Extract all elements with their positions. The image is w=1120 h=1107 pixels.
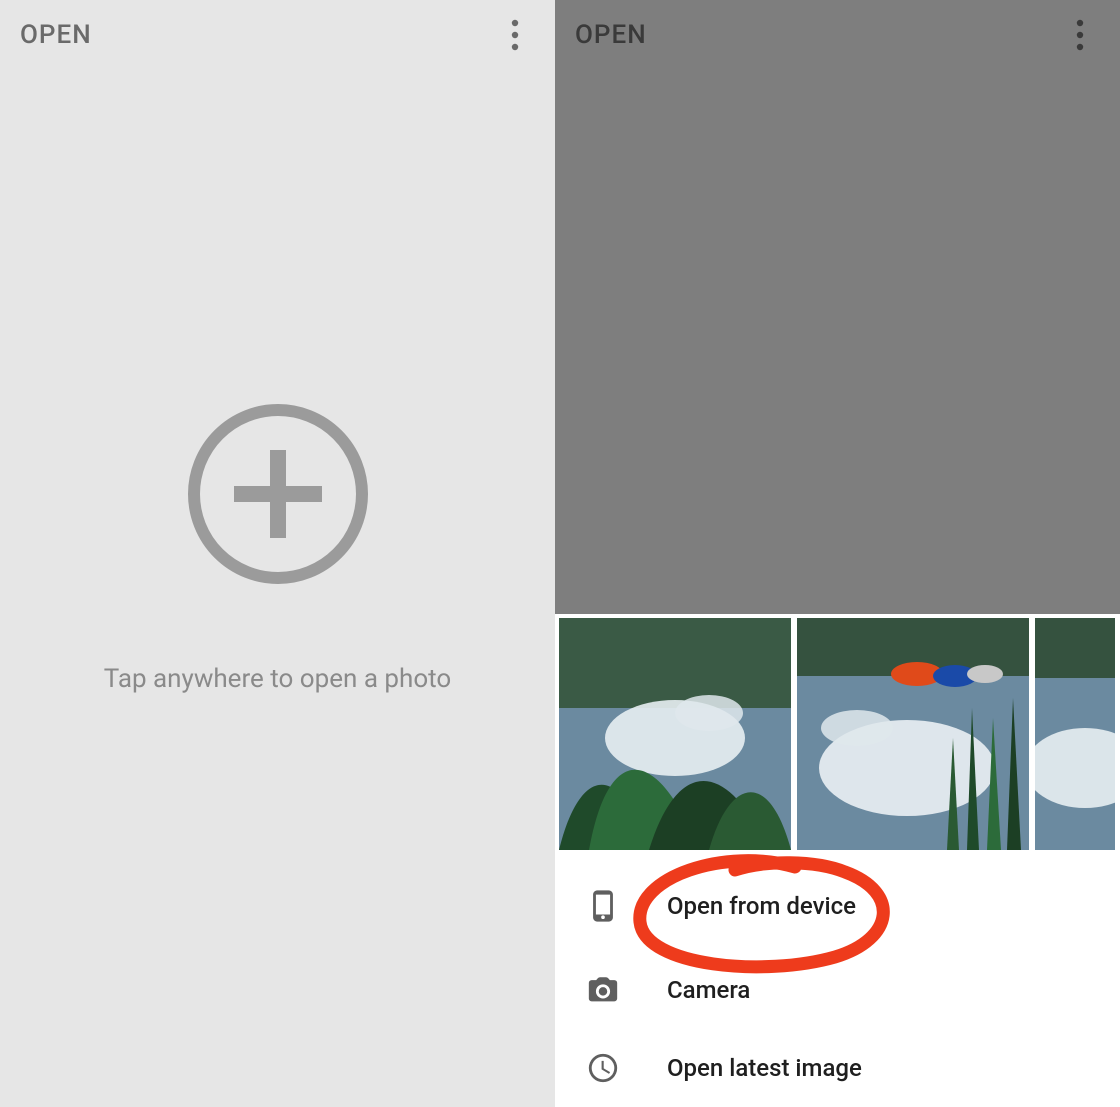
open-title: OPEN — [20, 20, 92, 50]
open-from-device-item[interactable]: Open from device — [555, 864, 1120, 948]
menu-item-label: Open latest image — [667, 1054, 862, 1082]
topbar: OPEN — [0, 0, 555, 70]
open-bottom-sheet: Open from device Camera Open latest imag… — [555, 614, 1120, 1107]
smartphone-icon — [581, 884, 625, 928]
add-photo-button[interactable] — [188, 404, 368, 584]
menu-item-label: Open from device — [667, 892, 856, 920]
photo-thumbnail[interactable] — [797, 618, 1029, 850]
recent-thumbnails-row[interactable] — [555, 614, 1120, 856]
plus-icon — [228, 444, 328, 544]
menu-item-label: Camera — [667, 976, 750, 1004]
open-menu: Open from device Camera Open latest imag… — [555, 856, 1120, 1107]
panel-left-empty-state: OPEN Tap anywhere to open a photo — [0, 0, 555, 1107]
camera-icon — [581, 968, 625, 1012]
tap-hint-text: Tap anywhere to open a photo — [104, 664, 452, 694]
more-vert-icon — [511, 19, 519, 51]
photo-thumbnail[interactable] — [559, 618, 791, 850]
open-photo-tap-area[interactable]: Tap anywhere to open a photo — [0, 70, 555, 1107]
open-latest-item[interactable]: Open latest image — [555, 1032, 1120, 1104]
panel-right-open-sheet: OPEN — [555, 0, 1120, 1107]
clock-icon — [581, 1046, 625, 1090]
photo-thumbnail[interactable] — [1035, 618, 1115, 850]
overflow-menu-button[interactable] — [495, 15, 535, 55]
camera-item[interactable]: Camera — [555, 948, 1120, 1032]
